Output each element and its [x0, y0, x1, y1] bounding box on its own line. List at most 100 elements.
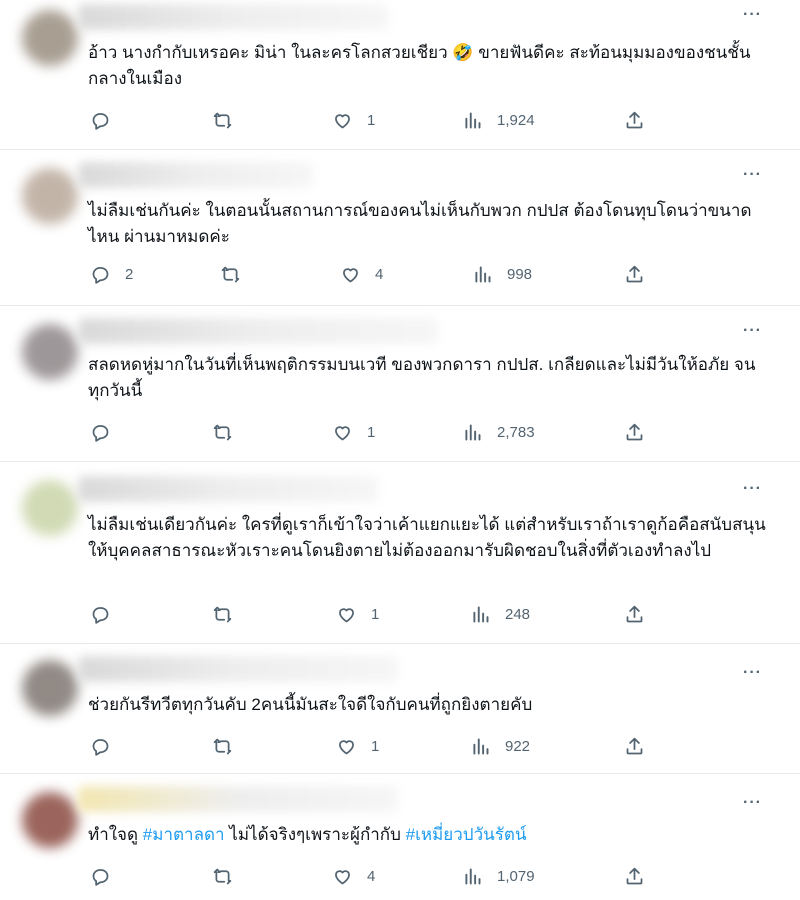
tweet[interactable]: ··· ไม่ลืมเช่นเดียวกันค่ะ ใครที่ดูเราก็เ…: [0, 462, 800, 644]
views-button[interactable]: 922: [470, 736, 530, 757]
share-button[interactable]: [624, 604, 645, 625]
share-button[interactable]: [624, 422, 645, 443]
view-count: 1,924: [497, 112, 535, 129]
avatar[interactable]: [22, 324, 78, 380]
like-icon: [339, 608, 354, 623]
tweet[interactable]: ··· ทำใจดู #มาตาลดา ไม่ได้จริงๆเพราะผู้ก…: [0, 774, 800, 900]
views-icon: [465, 424, 481, 441]
share-button[interactable]: [624, 736, 645, 757]
like-button[interactable]: 1: [336, 604, 379, 625]
avatar[interactable]: [22, 10, 78, 66]
more-icon[interactable]: ···: [743, 322, 762, 340]
like-button[interactable]: 4: [340, 264, 383, 285]
hashtag-link[interactable]: #มาตาลดา: [143, 825, 225, 844]
like-count: 1: [367, 424, 376, 441]
views-button[interactable]: 1,079: [462, 866, 535, 887]
like-count: 4: [367, 868, 376, 885]
views-button[interactable]: 2,783: [462, 422, 535, 443]
retweet-button[interactable]: [212, 110, 233, 131]
tweet[interactable]: ··· ช่วยกันรีทวีตทุกวันคับ 2คนนี้มันสะใจ…: [0, 644, 800, 774]
share-button[interactable]: [624, 866, 645, 887]
like-icon: [335, 426, 350, 441]
like-count: 1: [371, 606, 380, 623]
like-count: 1: [371, 738, 380, 755]
like-count: 1: [367, 112, 376, 129]
like-icon: [335, 114, 350, 129]
more-icon[interactable]: ···: [743, 664, 762, 682]
retweet-icon: [213, 424, 232, 441]
tweet-actions: 2 4 998: [0, 264, 800, 288]
retweet-icon: [213, 868, 232, 885]
tweet-text: อ้าว นางกำกับเหรอคะ มิน่า ในละครโลกสวยเช…: [88, 43, 751, 88]
view-count: 248: [505, 606, 531, 623]
retweet-icon: [213, 112, 232, 129]
reply-button[interactable]: [90, 604, 125, 625]
retweet-button[interactable]: [212, 736, 233, 757]
retweet-icon: [213, 738, 232, 755]
hashtag-link[interactable]: #เหมี่ยวปวันรัตน์: [406, 825, 527, 844]
views-icon: [465, 112, 481, 129]
views-icon: [475, 266, 491, 283]
avatar[interactable]: [22, 660, 78, 716]
view-count: 1,079: [497, 868, 535, 885]
tweet-actions: 4 1,079: [0, 866, 800, 890]
views-button[interactable]: 248: [470, 604, 530, 625]
more-icon[interactable]: ···: [743, 794, 762, 812]
more-icon[interactable]: ···: [743, 480, 762, 498]
like-icon: [339, 740, 354, 755]
tweet-text: สลดหดหู่มากในวันที่เห็นพฤติกรรมบนเวที ขอ…: [88, 355, 756, 400]
tweet[interactable]: ··· อ้าว นางกำกับเหรอคะ มิน่า ในละครโลกส…: [0, 0, 800, 150]
reply-button[interactable]: [90, 736, 125, 757]
reply-icon: [92, 113, 109, 130]
retweet-button[interactable]: [220, 264, 241, 285]
reply-icon: [92, 739, 109, 756]
views-icon: [465, 868, 481, 885]
more-icon[interactable]: ···: [743, 6, 762, 24]
views-button[interactable]: 998: [472, 264, 532, 285]
views-button[interactable]: 1,924: [462, 110, 535, 131]
author-name-redacted: [78, 656, 398, 682]
retweet-button[interactable]: [212, 866, 233, 887]
view-count: 998: [507, 266, 533, 283]
avatar[interactable]: [22, 480, 78, 536]
share-button[interactable]: [624, 264, 645, 285]
like-button[interactable]: 1: [332, 110, 375, 131]
tweet-actions: 1 1,924: [0, 110, 800, 134]
retweet-icon: [213, 606, 232, 623]
reply-icon: [92, 869, 109, 886]
tweet[interactable]: ··· ไม่ลืมเช่นกันค่ะ ในตอนนั้นสถานการณ์ข…: [0, 150, 800, 306]
views-icon: [473, 606, 489, 623]
tweet-actions: 1 248: [0, 604, 800, 628]
retweet-button[interactable]: [212, 604, 233, 625]
reply-button[interactable]: [90, 866, 125, 887]
tweet-text: ทำใจดู #มาตาลดา ไม่ได้จริงๆเพราะผู้กำกับ…: [88, 822, 768, 848]
tweet-actions: 1 2,783: [0, 422, 800, 446]
author-name-redacted: [78, 162, 313, 188]
share-icon: [626, 605, 643, 623]
author-name-redacted: [78, 318, 438, 344]
like-count: 4: [375, 266, 384, 283]
author-name-redacted: [78, 476, 378, 502]
like-button[interactable]: 1: [336, 736, 379, 757]
author-name-redacted: [78, 786, 398, 812]
reply-icon: [92, 267, 109, 284]
reply-button[interactable]: [90, 110, 125, 131]
share-icon: [626, 111, 643, 129]
share-icon: [626, 265, 643, 283]
tweet-text-part: ทำใจดู: [88, 825, 143, 844]
reply-button[interactable]: [90, 422, 125, 443]
avatar[interactable]: [22, 792, 78, 848]
view-count: 2,783: [497, 424, 535, 441]
author-name-redacted: [78, 4, 388, 30]
share-button[interactable]: [624, 110, 645, 131]
like-icon: [343, 268, 358, 283]
share-icon: [626, 867, 643, 885]
reply-icon: [92, 425, 109, 442]
tweet[interactable]: ··· สลดหดหู่มากในวันที่เห็นพฤติกรรมบนเวท…: [0, 306, 800, 462]
more-icon[interactable]: ···: [743, 166, 762, 184]
retweet-button[interactable]: [212, 422, 233, 443]
avatar[interactable]: [22, 168, 78, 224]
reply-button[interactable]: 2: [90, 264, 133, 285]
like-button[interactable]: 1: [332, 422, 375, 443]
like-button[interactable]: 4: [332, 866, 375, 887]
